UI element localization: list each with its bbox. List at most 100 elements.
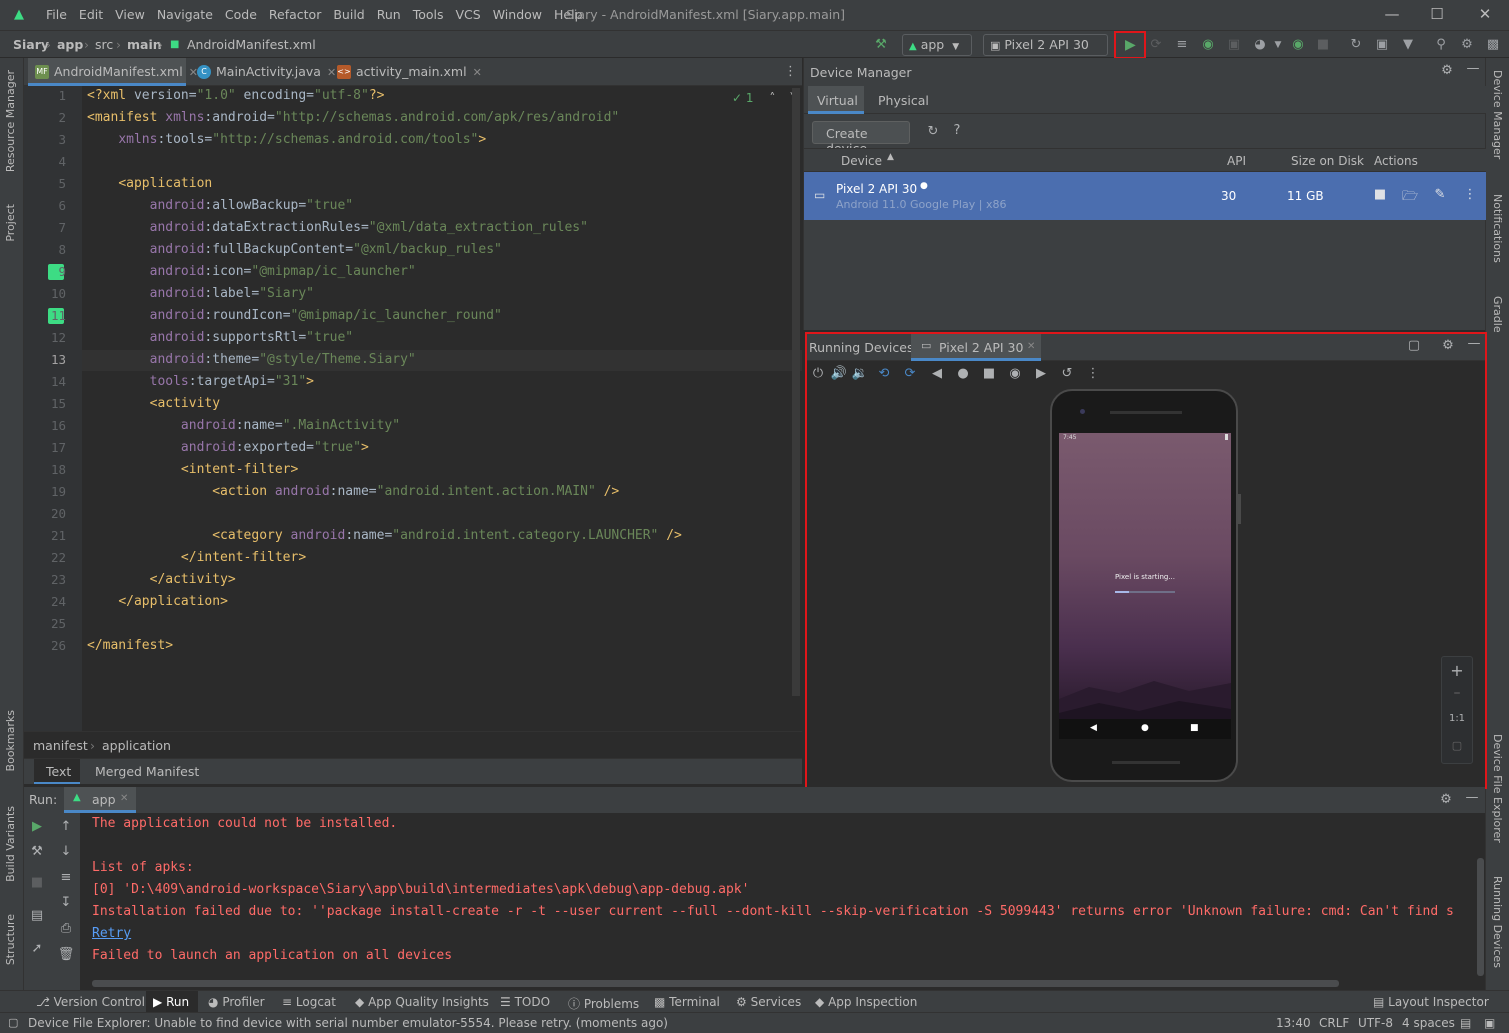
zoom-in-icon[interactable]: + xyxy=(1448,661,1466,680)
tab-physical[interactable]: Physical xyxy=(878,93,929,108)
code-line[interactable]: <intent-filter> xyxy=(87,462,298,477)
profiler-tab[interactable]: ◕ Profiler xyxy=(208,995,265,1009)
rotate-right-icon[interactable]: ⟳ xyxy=(901,366,919,381)
code-line[interactable]: android:theme="@style/Theme.Siary" xyxy=(87,352,416,367)
code-line[interactable]: android:roundIcon="@mipmap/ic_launcher_r… xyxy=(87,308,502,323)
indent-setting[interactable]: 4 spaces xyxy=(1402,1016,1455,1030)
phone-overview-icon[interactable]: ■ xyxy=(1190,723,1199,733)
print-icon[interactable]: ⎙ xyxy=(57,921,75,936)
vertical-scrollbar[interactable] xyxy=(1477,858,1484,976)
tab-mainactivity[interactable]: C MainActivity.java ✕ xyxy=(190,58,336,86)
project-tab[interactable]: Project xyxy=(4,204,17,242)
breadcrumb-file[interactable]: AndroidManifest.xml xyxy=(187,37,316,52)
tab-text[interactable]: Text xyxy=(46,764,71,779)
file-encoding[interactable]: UTF-8 xyxy=(1358,1016,1393,1030)
resource-manager-tab[interactable]: Resource Manager xyxy=(4,70,17,172)
code-line[interactable]: <?xml version="1.0" encoding="utf-8"?> xyxy=(87,88,384,103)
minimize-panel-icon[interactable]: — xyxy=(1465,336,1483,351)
menu-refactor[interactable]: Refactor xyxy=(269,7,321,22)
layout-icon[interactable]: ▤ xyxy=(28,908,46,923)
minimize-icon[interactable]: — xyxy=(1381,5,1403,25)
back-icon[interactable]: ◀ xyxy=(928,366,946,381)
code-line[interactable]: android:allowBackup="true" xyxy=(87,198,354,213)
minimize-panel-icon[interactable]: — xyxy=(1464,61,1482,76)
record-video-icon[interactable]: ▶ xyxy=(1032,366,1050,381)
code-line[interactable]: <activity xyxy=(87,396,220,411)
menu-view[interactable]: View xyxy=(115,7,145,22)
maximize-icon[interactable]: ☐ xyxy=(1426,5,1448,25)
column-device[interactable]: Device xyxy=(841,154,882,168)
pin-icon[interactable]: ➚ xyxy=(28,941,46,956)
minimize-panel-icon[interactable]: — xyxy=(1463,790,1481,805)
power-icon[interactable]: ⏻ xyxy=(809,366,827,381)
scroll-to-end-icon[interactable]: ↧ xyxy=(57,895,75,910)
lock-icon[interactable]: ▤ xyxy=(1460,1016,1471,1030)
gear-icon[interactable]: ⚙ xyxy=(1438,63,1456,78)
bookmarks-tab[interactable]: Bookmarks xyxy=(4,710,17,771)
apply-code-changes-icon[interactable]: ≡ xyxy=(1173,36,1191,54)
editor-scrollbar[interactable] xyxy=(792,88,800,696)
edit-pencil-icon[interactable]: ✎ xyxy=(1431,187,1449,202)
snapshot-icon[interactable]: ↺ xyxy=(1058,366,1076,381)
services-tab[interactable]: ⚙ Services xyxy=(736,995,801,1009)
help-icon[interactable]: ? xyxy=(948,123,966,138)
breadcrumb-src[interactable]: src xyxy=(95,37,113,52)
code-line[interactable]: tools:targetApi="31"> xyxy=(87,374,314,389)
debug-icon[interactable]: ◉ xyxy=(1199,36,1217,54)
code-line[interactable]: android:fullBackupContent="@xml/backup_r… xyxy=(87,242,502,257)
attach-debugger-icon[interactable]: ▣ xyxy=(1225,36,1243,54)
create-device-button[interactable]: Create device xyxy=(812,121,910,156)
code-line[interactable]: xmlns:tools="http://schemas.android.com/… xyxy=(87,132,486,147)
more-vertical-icon[interactable]: ⋮ xyxy=(1084,366,1102,381)
tab-pixel-device[interactable]: ▭ Pixel 2 API 30 ✕ xyxy=(911,334,1041,361)
menu-edit[interactable]: Edit xyxy=(79,7,103,22)
stop-icon[interactable]: ■ xyxy=(28,875,46,890)
build-variants-tab[interactable]: Build Variants xyxy=(4,806,17,882)
code-line[interactable]: <manifest xmlns:android="http://schemas.… xyxy=(87,110,619,125)
code-line[interactable]: </activity> xyxy=(87,572,236,587)
code-line[interactable]: <category android:name="android.intent.c… xyxy=(87,528,682,543)
phone-home-icon[interactable]: ● xyxy=(1141,723,1149,733)
cursor-position[interactable]: 13:40 xyxy=(1276,1016,1311,1030)
code-line[interactable]: android:supportsRtl="true" xyxy=(87,330,354,345)
inspection-widget[interactable]: ✓ 1 ˄ ˅ xyxy=(732,91,795,105)
gear-icon[interactable]: ⚙ xyxy=(1458,36,1476,54)
build-hammer-icon[interactable]: ⚒ xyxy=(872,36,890,54)
overview-icon[interactable]: ■ xyxy=(980,366,998,381)
more-vertical-icon[interactable]: ⋮ xyxy=(1461,187,1479,202)
crumb-application[interactable]: application xyxy=(102,738,171,753)
phone-back-icon[interactable]: ◀ xyxy=(1090,723,1097,733)
more-vertical-icon[interactable]: ⋮ xyxy=(784,64,797,79)
device-manager-icon[interactable]: ▣ xyxy=(1373,36,1391,54)
breadcrumb-main[interactable]: main xyxy=(127,37,162,52)
gradle-tab[interactable]: Gradle xyxy=(1491,296,1504,333)
retry-link[interactable]: Retry xyxy=(92,926,131,941)
maximize-panel-icon[interactable]: ▢ xyxy=(1405,338,1423,353)
run-config-select[interactable]: ▲ app ▼ xyxy=(902,34,972,56)
sync-gradle-icon[interactable]: ↻ xyxy=(1347,36,1365,54)
app-quality-insights-tab[interactable]: ◆ App Quality Insights xyxy=(355,995,489,1009)
running-devices-tab[interactable]: Running Devices xyxy=(1491,876,1504,968)
rotate-left-icon[interactable]: ⟲ xyxy=(875,366,893,381)
rerun-icon[interactable]: ▶ xyxy=(28,819,46,834)
zoom-actual-size[interactable]: 1:1 xyxy=(1448,713,1466,724)
gear-icon[interactable]: ⚙ xyxy=(1439,338,1457,353)
menu-build[interactable]: Build xyxy=(333,7,364,22)
code-line[interactable]: <action android:name="android.intent.act… xyxy=(87,484,619,499)
column-api[interactable]: API xyxy=(1227,154,1246,168)
column-size[interactable]: Size on Disk xyxy=(1291,154,1364,168)
status-message[interactable]: Device File Explorer: Unable to find dev… xyxy=(28,1016,668,1030)
code-line[interactable]: android:icon="@mipmap/ic_launcher" xyxy=(87,264,416,279)
device-select[interactable]: ▣ Pixel 2 API 30 ▼ xyxy=(983,34,1108,73)
layout-inspector-tab[interactable]: ▤ Layout Inspector xyxy=(1373,995,1489,1009)
stop-emulator-icon[interactable]: ■ xyxy=(1371,187,1389,202)
menu-tools[interactable]: Tools xyxy=(413,7,444,22)
folder-icon[interactable]: 🗁 xyxy=(1401,187,1419,209)
code-line[interactable]: </manifest> xyxy=(87,638,173,653)
menu-run[interactable]: Run xyxy=(377,7,401,22)
gear-icon[interactable]: ⚙ xyxy=(1437,792,1455,807)
trash-icon[interactable]: 🗑 xyxy=(57,947,75,962)
structure-tab[interactable]: Structure xyxy=(4,914,17,965)
line-separator[interactable]: CRLF xyxy=(1319,1016,1349,1030)
code-line[interactable]: </application> xyxy=(87,594,228,609)
